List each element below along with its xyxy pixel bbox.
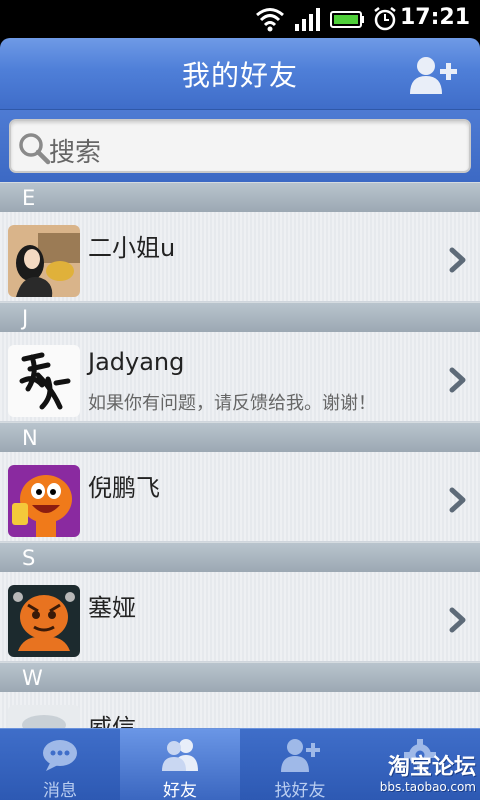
friends-icon [162,739,198,771]
friend-name: 倪鹏飞 [88,474,160,502]
section-header: E [0,182,480,212]
battery-icon [330,11,364,28]
friend-list: E 二小姐u J Jadyang 如果你有问题，请反馈给我。谢谢！ N 倪鹏飞 … [0,182,480,728]
avatar [8,345,80,417]
friend-row[interactable]: Jadyang 如果你有问题，请反馈给我。谢谢！ [0,332,480,422]
chevron-right-icon [449,607,466,633]
search-icon [19,133,51,165]
chevron-right-icon [449,367,466,393]
friend-name: 二小姐u [88,234,176,262]
tab-label: 好友 [163,781,197,800]
section-header: S [0,542,480,572]
title-bar: 我的好友 [0,38,480,110]
friend-name: Jadyang [88,348,185,376]
chat-bubble-icon [43,740,77,771]
friend-row[interactable]: 威信 [0,692,480,728]
avatar [8,705,80,728]
chevron-right-icon [449,247,466,273]
friend-row[interactable]: 塞娅 [0,572,480,662]
friend-name: 威信 [88,714,136,728]
add-friend-icon[interactable] [406,54,460,96]
friend-row[interactable]: 二小姐u [0,212,480,302]
search-input[interactable]: 搜索 [9,119,471,173]
add-friend-icon [281,739,320,772]
friend-signature: 如果你有问题，请反馈给我。谢谢！ [88,393,376,414]
tab-find-friends[interactable]: 找好友 [240,729,360,800]
avatar [8,225,80,297]
search-bar: 搜索 [0,110,480,182]
tab-label: 找好友 [274,781,326,800]
section-header: W [0,662,480,692]
alarm-icon [374,7,396,31]
signal-icon [295,8,320,31]
friend-name: 塞娅 [88,594,136,622]
status-time: 17:21 [399,5,470,30]
wifi-icon [256,8,284,32]
watermark: 淘宝论坛 bbs.taobao.com [379,755,476,795]
watermark-url: bbs.taobao.com [379,780,476,794]
section-header: N [0,422,480,452]
section-header: J [0,302,480,332]
friend-row[interactable]: 倪鹏飞 [0,452,480,542]
tab-messages[interactable]: 消息 [0,729,120,800]
chevron-right-icon [449,487,466,513]
tab-label: 消息 [43,781,77,800]
status-bar: 17:21 [0,0,480,38]
watermark-title: 淘宝论坛 [387,755,476,780]
avatar [8,465,80,537]
search-placeholder: 搜索 [49,138,102,168]
avatar [8,585,80,657]
tab-friends[interactable]: 好友 [120,729,240,800]
